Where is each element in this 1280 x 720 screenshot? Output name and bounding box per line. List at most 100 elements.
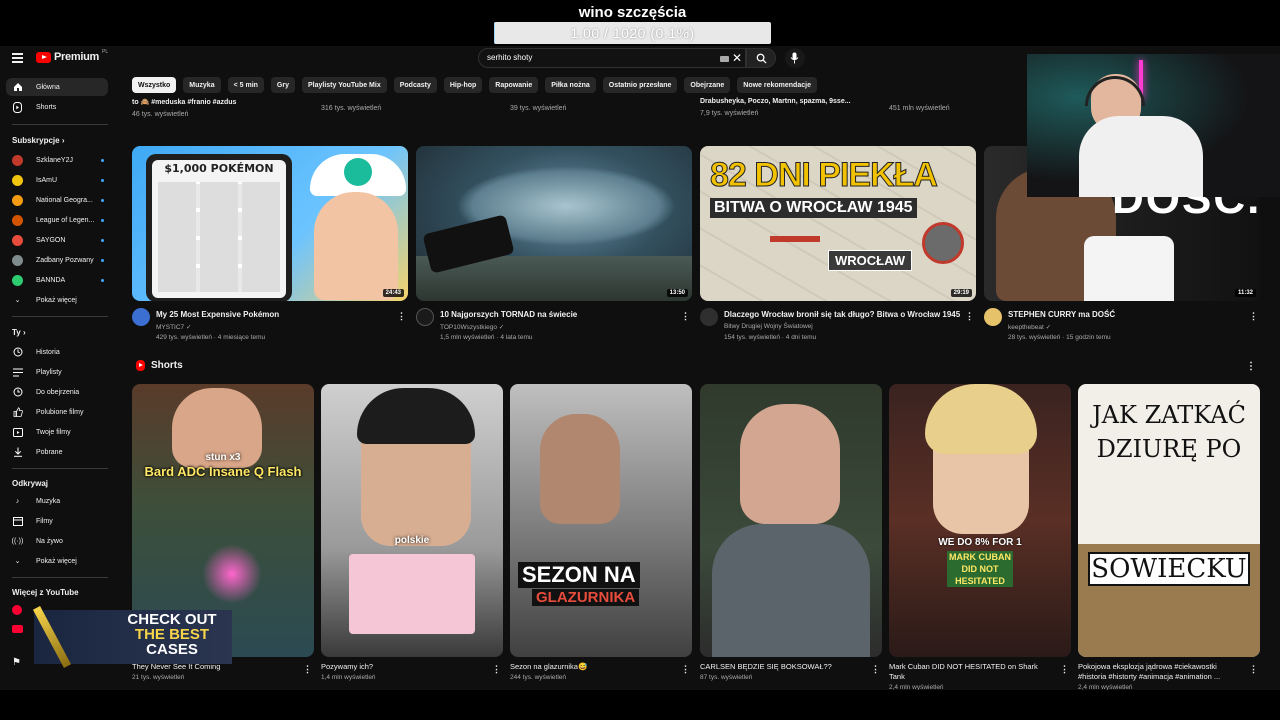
sidebar-item-watch-later[interactable]: Do obejrzenia	[6, 383, 108, 401]
channel-name[interactable]: MYSTIC7 ✓	[156, 323, 191, 331]
filter-chip[interactable]: Piłka nożna	[545, 77, 596, 93]
sidebar-item-live[interactable]: ((·)) Na żywo	[6, 532, 108, 550]
short-card[interactable]: CARLSEN BĘDZIE SIĘ BOKSOWAŁ?? 87 tys. wy…	[700, 384, 882, 681]
filter-chip[interactable]: Rapowanie	[489, 77, 539, 93]
report-flag-icon[interactable]: ⚑	[12, 657, 21, 668]
video-thumbnail[interactable]: 82 DNI PIEKŁA BITWA O WROCŁAW 1945 WROCŁ…	[700, 146, 976, 301]
short-card[interactable]: polskie Pozywamy ich? 1,4 mln wyświetleń…	[321, 384, 503, 681]
search-button[interactable]	[746, 48, 776, 68]
filter-chip[interactable]: Muzyka	[183, 77, 221, 93]
short-thumbnail[interactable]: JAK ZATKAĆ DZIURĘ PO SOWIECKU	[1078, 384, 1260, 657]
more-options-icon[interactable]: ⋮	[1249, 664, 1258, 675]
youtube-music-icon[interactable]	[12, 605, 22, 615]
short-card[interactable]: JAK ZATKAĆ DZIURĘ PO SOWIECKU Pokojowa e…	[1078, 384, 1260, 691]
more-options-icon[interactable]: ⋮	[681, 664, 690, 675]
short-title[interactable]: Sezon na glazurnika😅	[510, 662, 670, 672]
streamer-shirt	[1079, 116, 1203, 197]
sidebar-item-music[interactable]: ♪ Muzyka	[6, 492, 108, 510]
sidebar-explore-show-more[interactable]: ⌄ Pokaż więcej	[6, 552, 108, 570]
short-title[interactable]: CARLSEN BĘDZIE SIĘ BOKSOWAŁ??	[700, 662, 860, 672]
short-title[interactable]: Mark Cuban DID NOT HESITATED on Shark Ta…	[889, 662, 1049, 682]
sidebar-item-your-videos[interactable]: Twoje filmy	[6, 423, 108, 441]
filter-chip[interactable]: Wszystko	[132, 77, 177, 93]
sidebar-item-home[interactable]: Główna	[6, 78, 108, 96]
short-stats: 21 tys. wyświetleń	[132, 674, 185, 681]
partial-video-meta[interactable]: Drabusheyka, Poczo, Martnn, spazma, 9sse…	[700, 98, 851, 117]
partial-video-meta[interactable]: 39 tys. wyświetleń	[510, 100, 566, 112]
menu-icon[interactable]	[12, 53, 23, 63]
short-card[interactable]: SEZON NA GLAZURNIKA Sezon na glazurnika😅…	[510, 384, 692, 681]
short-thumbnail[interactable]: SEZON NA GLAZURNIKA	[510, 384, 692, 657]
video-title[interactable]: STEPHEN CURRY ma DOŚĆ	[1008, 310, 1115, 319]
video-title[interactable]: Dlaczego Wrocław bronił się tak długo? B…	[724, 310, 960, 319]
filter-chip[interactable]: Nowe rekomendacje	[737, 77, 817, 93]
filter-chip[interactable]: Ostatnio przesłane	[602, 77, 678, 93]
video-card[interactable]: 82 DNI PIEKŁA BITWA O WROCŁAW 1945 WROCŁ…	[700, 146, 976, 342]
filter-chip[interactable]: Obejrzane	[684, 77, 731, 93]
more-options-icon[interactable]: ⋮	[1246, 361, 1256, 372]
you-heading[interactable]: Ty ›	[12, 328, 26, 337]
sidebar-sub-item[interactable]: League of Legen...	[6, 211, 108, 229]
channel-name[interactable]: TOP10Wszystkiego ✓	[440, 323, 504, 331]
video-thumbnail[interactable]: $1,000 POKÉMON 24:43	[132, 146, 408, 301]
sidebar-item-history[interactable]: Historia	[6, 343, 108, 361]
sidebar-item-movies[interactable]: Filmy	[6, 512, 108, 530]
filter-chip[interactable]: < 5 min	[227, 77, 264, 93]
subscriptions-heading[interactable]: Subskrypcje ›	[12, 136, 64, 145]
clear-search-icon[interactable]: ✕	[732, 51, 742, 65]
sidebar-item-playlists[interactable]: Playlisty	[6, 363, 108, 381]
video-title[interactable]: My 25 Most Expensive Pokémon	[156, 310, 279, 319]
youtube-kids-icon[interactable]	[12, 625, 23, 633]
partial-video-meta[interactable]: to 🙈 #meduska #franio #azdus 46 tys. wyśw…	[132, 98, 236, 118]
thumbnail-text: Bard ADC Insane Q Flash	[144, 464, 302, 479]
video-card[interactable]: $1,000 POKÉMON 24:43 My 25 Most Expensiv…	[132, 146, 408, 342]
channel-avatar[interactable]	[984, 308, 1002, 326]
partial-video-meta[interactable]: 316 tys. wyświetleń	[321, 100, 381, 112]
sidebar-sub-item[interactable]: BANNDA	[6, 271, 108, 289]
more-options-icon[interactable]: ⋮	[397, 311, 406, 322]
more-options-icon[interactable]: ⋮	[1249, 311, 1258, 322]
video-card[interactable]: 13:50 10 Najgorszych TORNAD na świecie T…	[416, 146, 692, 342]
sidebar-sub-item[interactable]: National Geogra...	[6, 191, 108, 209]
short-thumbnail[interactable]: WE DO 8% FOR 1 MARK CUBAN DID NOT HESITA…	[889, 384, 1071, 657]
sidebar-item-shorts[interactable]: Shorts	[6, 98, 108, 116]
sidebar-divider	[12, 124, 108, 125]
sidebar-item-liked[interactable]: Polubione filmy	[6, 403, 108, 421]
voice-search-button[interactable]	[785, 48, 805, 68]
more-options-icon[interactable]: ⋮	[1060, 664, 1069, 675]
channel-avatar[interactable]	[700, 308, 718, 326]
download-icon	[12, 447, 23, 458]
short-title[interactable]: Pokojowa eksplozja jądrowa #ciekawostki …	[1078, 662, 1238, 682]
short-thumbnail[interactable]	[700, 384, 882, 657]
video-title[interactable]: 10 Najgorszych TORNAD na świecie	[440, 310, 577, 319]
filter-chip[interactable]: Podcasty	[393, 77, 437, 93]
more-options-icon[interactable]: ⋮	[303, 664, 312, 675]
sidebar-sub-item[interactable]: Zadbany Pozwany	[6, 251, 108, 269]
filter-chip[interactable]: Gry	[270, 77, 295, 93]
channel-avatar[interactable]	[132, 308, 150, 326]
more-options-icon[interactable]: ⋮	[965, 311, 974, 322]
short-thumbnail[interactable]: polskie	[321, 384, 503, 657]
sidebar-item-downloads[interactable]: Pobrane	[6, 443, 108, 461]
sidebar-sub-item[interactable]: SAYGON	[6, 231, 108, 249]
filter-chip[interactable]: Playlisty YouTube Mix	[301, 77, 387, 93]
youtube-logo[interactable]: Premium PL	[36, 49, 108, 63]
search-input[interactable]: serhito shoty ✕	[478, 48, 746, 68]
sidebar-sub-item[interactable]: IsAmU	[6, 171, 108, 189]
case-ad-overlay[interactable]: CHECK OUT THE BEST CASES	[32, 604, 232, 669]
partial-video-meta[interactable]: 451 mln wyświetleń	[889, 100, 950, 112]
sidebar-sub-item[interactable]: SzklaneY2J	[6, 151, 108, 169]
more-options-icon[interactable]: ⋮	[492, 664, 501, 675]
short-card[interactable]: WE DO 8% FOR 1 MARK CUBAN DID NOT HESITA…	[889, 384, 1071, 691]
channel-avatar[interactable]	[416, 308, 434, 326]
video-thumbnail[interactable]: 13:50	[416, 146, 692, 301]
channel-name[interactable]: Bitwy Drugiej Wojny Światowej	[724, 323, 813, 330]
more-options-icon[interactable]: ⋮	[871, 664, 880, 675]
channel-name[interactable]: keepthebeat ✓	[1008, 323, 1051, 331]
explore-heading: Odkrywaj	[12, 479, 49, 488]
sidebar-subs-show-more[interactable]: ⌄ Pokaż więcej	[6, 291, 108, 309]
filter-chip[interactable]: Hip-hop	[443, 77, 483, 93]
keyboard-icon[interactable]	[720, 56, 729, 62]
more-options-icon[interactable]: ⋮	[681, 311, 690, 322]
short-title[interactable]: Pozywamy ich?	[321, 662, 481, 672]
